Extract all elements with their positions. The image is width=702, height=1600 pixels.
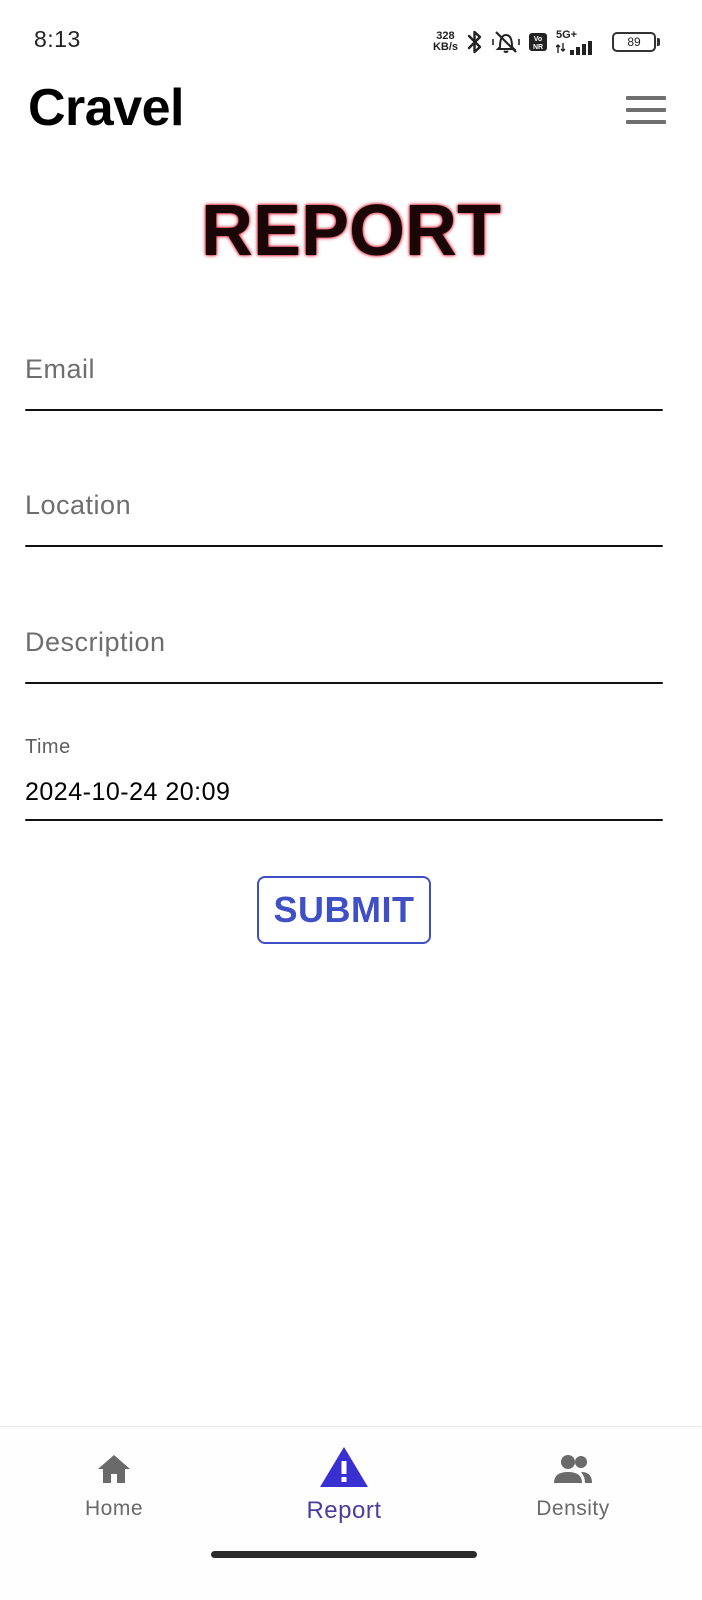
location-field[interactable]	[25, 486, 663, 548]
page-title: REPORT	[200, 191, 502, 271]
battery-level: 89	[627, 35, 641, 49]
volte-icon: Vo NR	[529, 33, 547, 51]
time-label: Time	[25, 736, 71, 758]
status-time: 8:13	[34, 26, 81, 52]
description-underline	[25, 682, 663, 684]
bottom-navigation: Home Report Density	[0, 1426, 702, 1600]
description-input[interactable]	[25, 623, 663, 661]
description-field[interactable]	[25, 623, 663, 685]
email-field[interactable]	[25, 350, 663, 412]
network-speed: 328 KB/s	[433, 31, 458, 53]
warning-icon	[320, 1447, 368, 1487]
time-field[interactable]: Time 2024-10-24 20:09	[25, 734, 663, 822]
vibrate-mute-icon	[492, 31, 520, 53]
location-input[interactable]	[25, 486, 663, 524]
location-underline	[25, 545, 663, 547]
hamburger-menu-icon[interactable]	[622, 94, 666, 128]
cellular-signal: 5G+	[556, 28, 600, 55]
time-underline	[25, 819, 663, 821]
home-icon	[98, 1455, 130, 1483]
nav-label-home: Home	[84, 1497, 144, 1520]
email-underline	[25, 409, 663, 411]
people-icon	[554, 1455, 592, 1483]
signal-icon	[556, 40, 592, 55]
gesture-navigation-bar[interactable]	[211, 1551, 477, 1558]
report-screen: 8:13 328 KB/s Vo NR 5G+ 89 Cravel REPORT…	[0, 0, 702, 1600]
app-title: Cravel	[28, 79, 185, 137]
nav-item-report[interactable]: Report	[254, 1427, 434, 1547]
status-icons: 328 KB/s Vo NR 5G+ 89	[433, 26, 660, 58]
bluetooth-icon	[467, 30, 482, 54]
nav-label-density: Density	[536, 1497, 610, 1520]
battery-icon: 89	[612, 32, 660, 52]
submit-button[interactable]: SUBMIT	[257, 876, 431, 944]
nav-item-density[interactable]: Density	[483, 1427, 663, 1547]
svg-text:Vo: Vo	[534, 36, 542, 43]
network-type-label: 5G+	[556, 28, 578, 41]
nav-item-home[interactable]: Home	[24, 1427, 204, 1547]
nav-label-report: Report	[306, 1497, 382, 1524]
status-bar: 8:13 328 KB/s Vo NR 5G+ 89	[0, 0, 702, 82]
email-input[interactable]	[25, 350, 663, 388]
time-value[interactable]: 2024-10-24 20:09	[25, 778, 230, 807]
svg-text:NR: NR	[533, 44, 543, 51]
network-speed-unit: KB/s	[432, 41, 458, 53]
